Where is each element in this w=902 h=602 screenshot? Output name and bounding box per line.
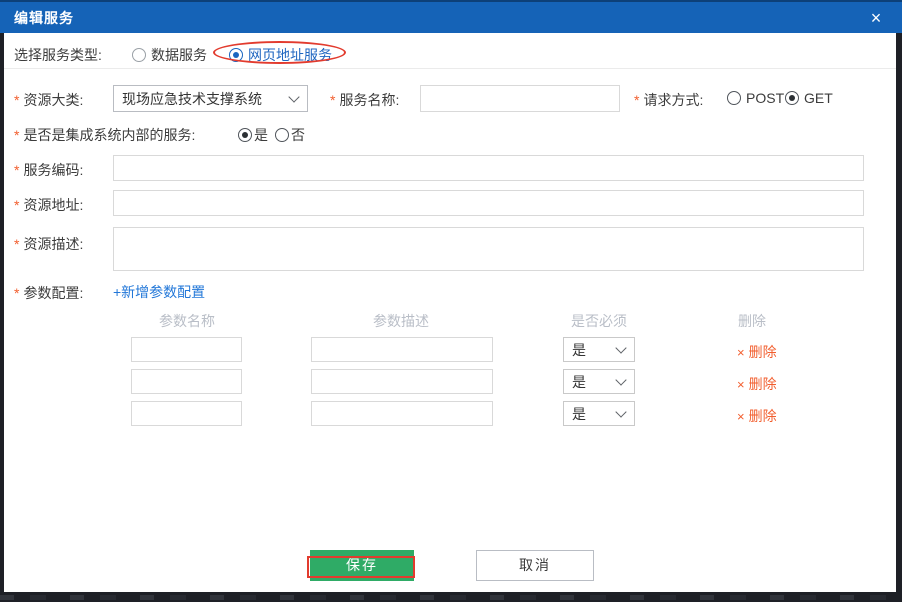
param-name-input[interactable] [131,337,242,362]
radio-internal-no[interactable]: 否 [275,125,305,145]
save-button[interactable]: 保存 [310,550,414,581]
resource-address-input[interactable] [113,190,864,216]
resource-category-value: 现场应急技术支撑系统 [122,89,262,109]
internal-service-label: *是否是集成系统内部的服务: [14,125,195,145]
radio-post[interactable]: POST [727,90,784,106]
close-icon[interactable]: × [864,6,888,30]
radio-circle-icon [727,91,741,105]
add-param-link[interactable]: +新增参数配置 [113,282,205,302]
x-icon: × [737,377,745,392]
radio-selected-icon [785,91,799,105]
service-type-label: 选择服务类型: [14,45,102,65]
background-page-remnant [0,595,902,600]
request-method-label: *请求方式: [634,90,703,110]
param-required-value: 是 [572,372,586,392]
resource-description-textarea[interactable] [113,227,864,271]
radio-internal-yes[interactable]: 是 [238,125,268,145]
dialog-titlebar: 编辑服务 × [0,0,902,33]
param-name-header: 参数名称 [147,311,227,331]
chevron-down-icon [615,406,626,417]
radio-data-service-label: 数据服务 [151,45,207,65]
radio-circle-icon [275,128,289,142]
param-required-select[interactable]: 是 [563,369,635,394]
param-name-input[interactable] [131,401,242,426]
divider [4,68,896,69]
radio-data-service[interactable]: 数据服务 [132,45,207,65]
radio-circle-icon [132,48,146,62]
chevron-down-icon [615,374,626,385]
resource-address-label: *资源地址: [14,195,83,215]
param-required-select[interactable]: 是 [563,337,635,362]
radio-get[interactable]: GET [785,90,833,106]
required-marker: * [14,92,19,108]
radio-internal-yes-label: 是 [254,125,268,145]
service-name-label: *服务名称: [330,90,399,110]
param-name-input[interactable] [131,369,242,394]
delete-row-link[interactable]: ×删除 [737,406,777,426]
param-required-value: 是 [572,340,586,360]
dialog-title: 编辑服务 [14,8,74,28]
radio-selected-icon [229,48,243,62]
radio-web-address-service-label: 网页地址服务 [248,45,332,65]
delete-row-link[interactable]: ×删除 [737,342,777,362]
dialog-body: 选择服务类型: 数据服务 网页地址服务 *资源大类: 现场应急技术支撑系统 *服… [4,33,896,592]
param-desc-input[interactable] [311,401,493,426]
param-desc-input[interactable] [311,337,493,362]
radio-web-address-service[interactable]: 网页地址服务 [229,45,332,65]
param-delete-header: 删除 [724,311,780,331]
cancel-button[interactable]: 取消 [476,550,594,581]
service-code-label: *服务编码: [14,160,83,180]
param-desc-header: 参数描述 [361,311,441,331]
x-icon: × [737,409,745,424]
delete-row-link[interactable]: ×删除 [737,374,777,394]
radio-get-label: GET [804,90,833,106]
radio-post-label: POST [746,90,784,106]
resource-category-select[interactable]: 现场应急技术支撑系统 [113,85,308,112]
chevron-down-icon [615,342,626,353]
param-required-header: 是否必须 [559,311,639,331]
chevron-down-icon [288,91,299,102]
service-code-input[interactable] [113,155,864,181]
resource-description-label: *资源描述: [14,234,83,254]
param-required-select[interactable]: 是 [563,401,635,426]
radio-internal-no-label: 否 [291,125,305,145]
service-name-input[interactable] [420,85,620,112]
radio-selected-icon [238,128,252,142]
x-icon: × [737,345,745,360]
param-desc-input[interactable] [311,369,493,394]
param-required-value: 是 [572,404,586,424]
resource-category-label: *资源大类: [14,90,83,110]
param-config-label: *参数配置: [14,283,83,303]
